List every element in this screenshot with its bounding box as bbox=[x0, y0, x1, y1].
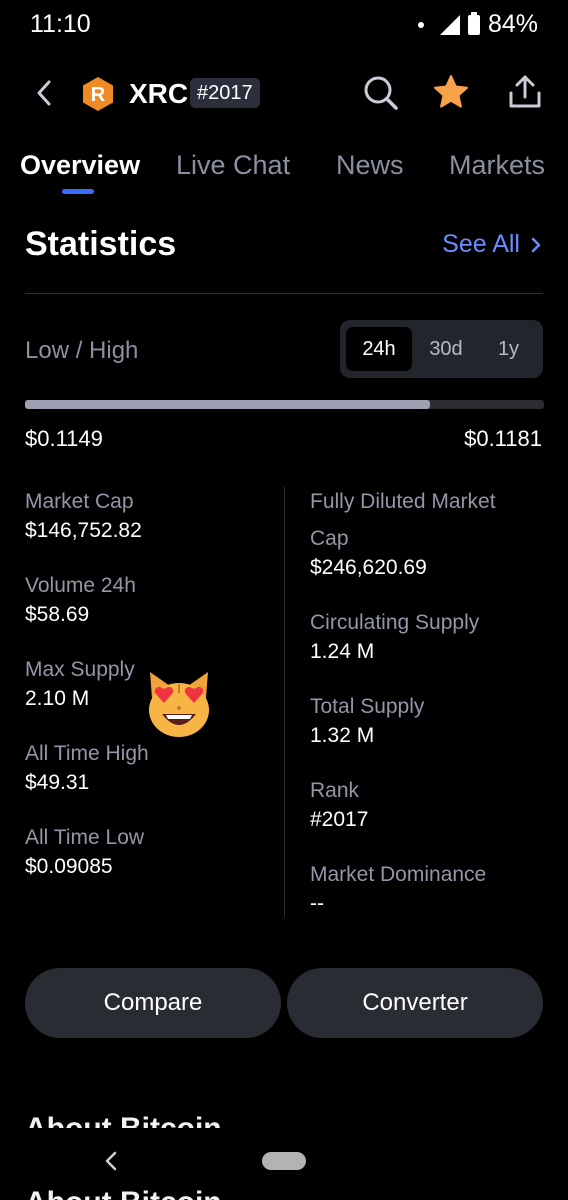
low-high-range-fill bbox=[25, 400, 430, 409]
stat-value-fully-diluted: $246,620.69 bbox=[310, 556, 427, 579]
stat-label-total-supply: Total Supply bbox=[310, 695, 425, 718]
period-24h-button[interactable]: 24h bbox=[346, 327, 412, 371]
stat-label-all-time-high: All Time High bbox=[25, 742, 149, 765]
period-selector: 24h 30d 1y bbox=[340, 320, 543, 378]
stat-value-all-time-low: $0.09085 bbox=[25, 855, 113, 878]
tab-live-chat[interactable]: Live Chat bbox=[176, 150, 290, 181]
stat-label-market-dominance: Market Dominance bbox=[310, 863, 487, 886]
range-high-value: $0.1181 bbox=[464, 426, 542, 451]
section-divider bbox=[25, 293, 543, 294]
stat-label-volume-24h: Volume 24h bbox=[25, 574, 136, 597]
stat-value-total-supply: 1.32 M bbox=[310, 724, 375, 747]
period-1y-button[interactable]: 1y bbox=[480, 327, 537, 371]
stat-value-rank: #2017 bbox=[310, 808, 369, 831]
stat-label-circulating-supply: Circulating Supply bbox=[310, 611, 480, 634]
battery-percent: 84% bbox=[487, 10, 538, 38]
chevron-right-icon bbox=[531, 237, 541, 252]
see-all-link[interactable]: See All bbox=[442, 230, 542, 259]
notification-dot-icon bbox=[417, 21, 424, 28]
stat-label-fully-diluted-line2: Cap bbox=[310, 527, 349, 550]
coin-logo-letter: R bbox=[91, 84, 106, 106]
tab-markets[interactable]: Markets bbox=[449, 150, 545, 181]
converter-button[interactable]: Converter bbox=[287, 968, 543, 1038]
stat-value-circulating-supply: 1.24 M bbox=[310, 640, 375, 663]
statistics-title: Statistics bbox=[25, 225, 177, 263]
stat-value-all-time-high: $49.31 bbox=[25, 771, 90, 794]
status-indicators: 84% bbox=[417, 10, 538, 39]
battery-icon bbox=[467, 11, 480, 35]
stat-label-all-time-low: All Time Low bbox=[25, 826, 145, 849]
range-low-value: $0.1149 bbox=[25, 426, 103, 451]
stat-value-market-cap: $146,752.82 bbox=[25, 519, 142, 542]
star-icon[interactable] bbox=[432, 73, 470, 111]
coin-logo: R bbox=[83, 77, 113, 111]
stat-label-max-supply: Max Supply bbox=[25, 658, 135, 681]
stat-label-rank: Rank bbox=[310, 779, 360, 802]
compare-button[interactable]: Compare bbox=[25, 968, 281, 1038]
home-gesture-pill[interactable] bbox=[262, 1152, 306, 1170]
tab-overview[interactable]: Overview bbox=[20, 150, 140, 181]
search-icon[interactable] bbox=[362, 74, 400, 112]
column-divider bbox=[284, 487, 285, 917]
back-icon[interactable] bbox=[33, 78, 55, 108]
about-heading-peek: About Bitcoin bbox=[25, 1112, 222, 1128]
active-tab-indicator bbox=[62, 189, 94, 194]
system-back-icon[interactable] bbox=[104, 1150, 118, 1172]
cat-heart-eyes-emoji bbox=[149, 672, 209, 737]
signal-icon bbox=[439, 14, 460, 35]
tab-news[interactable]: News bbox=[336, 150, 404, 181]
about-heading-peek-lower: About Bitcoin bbox=[25, 1186, 222, 1200]
period-30d-button[interactable]: 30d bbox=[412, 327, 480, 371]
see-all-label: See All bbox=[442, 230, 520, 258]
rank-badge: #2017 bbox=[190, 78, 260, 108]
coin-symbol: XRC bbox=[129, 78, 189, 109]
status-time: 11:10 bbox=[30, 10, 91, 38]
share-icon[interactable] bbox=[506, 73, 544, 111]
stat-value-max-supply: 2.10 M bbox=[25, 687, 90, 710]
stat-value-market-dominance: -- bbox=[310, 892, 324, 915]
stat-value-volume-24h: $58.69 bbox=[25, 603, 90, 626]
app-screen: 11:10 84% R XRC #2017 Overview Live Chat… bbox=[0, 0, 568, 1200]
stat-label-market-cap: Market Cap bbox=[25, 490, 134, 513]
low-high-label: Low / High bbox=[25, 337, 139, 364]
stat-label-fully-diluted-line1: Fully Diluted Market bbox=[310, 490, 496, 513]
